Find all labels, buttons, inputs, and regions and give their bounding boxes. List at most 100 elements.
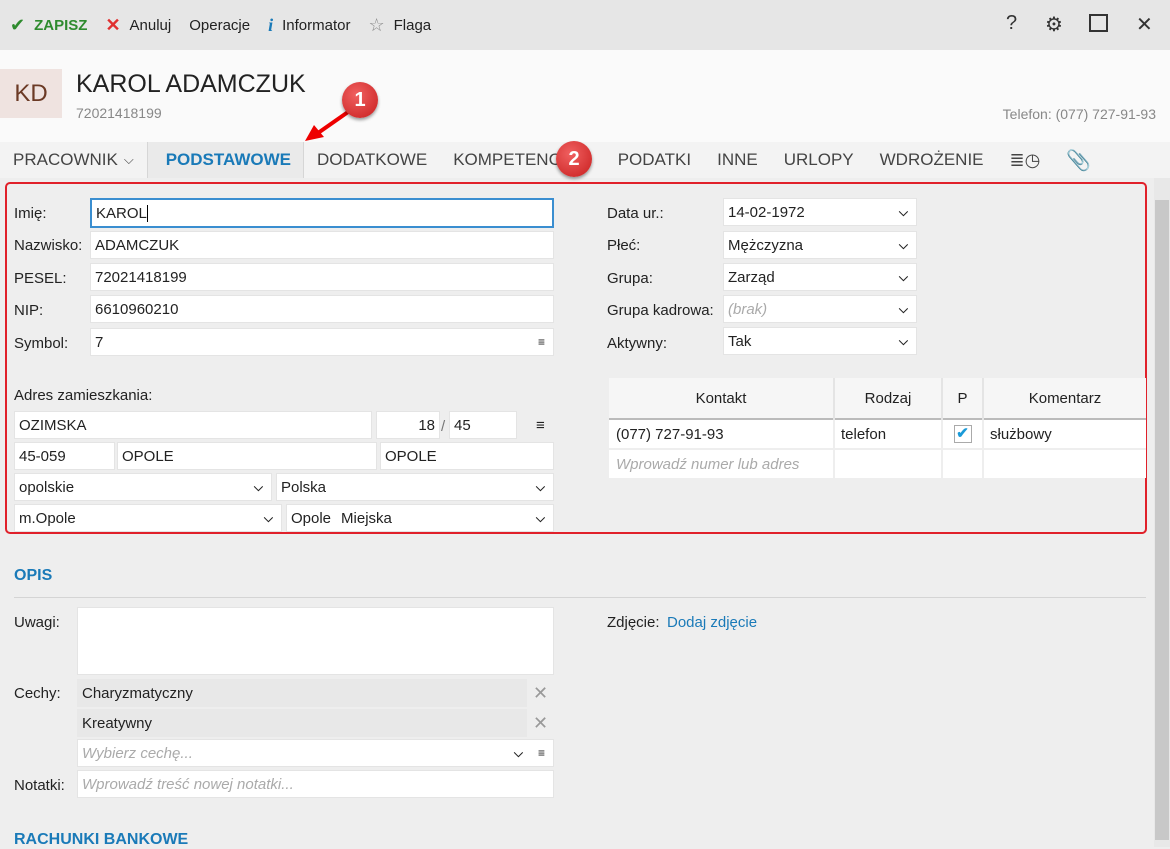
employee-pesel: 72021418199 [76,105,162,121]
remove-trait-icon[interactable]: ✕ [533,683,548,704]
column-header[interactable]: Rodzaj [834,378,943,419]
help-icon[interactable]: ? [1006,12,1017,35]
save-button[interactable]: ✔ ZAPISZ [10,15,87,36]
scrollbar[interactable] [1154,178,1170,847]
nazwisko-input[interactable]: ADAMCZUK [90,231,554,259]
post-office-input[interactable]: OPOLE [380,442,554,470]
new-contact-row[interactable]: Wprowadź numer lub adres [609,449,1146,478]
cell-p[interactable]: ✔ [942,419,984,449]
tab-podatki[interactable]: PODATKI [594,142,704,178]
empty-cell[interactable] [834,449,943,478]
group-select[interactable]: Zarząd ⌵ [723,263,917,291]
checkbox-checked-icon[interactable]: ✔ [953,425,972,443]
chevron-down-icon: ⌵ [898,333,908,348]
nip-input[interactable]: 6610960210 [90,295,554,323]
contacts-table: Kontakt Rodzaj P Komentarz (077) 727-91-… [609,378,1146,478]
column-header[interactable]: P [942,378,984,419]
info-icon: i [268,14,274,35]
pesel-input[interactable]: 72021418199 [90,263,554,291]
toolbar: ✔ ZAPISZ ✕ Anuluj Operacje i Informator ☆ Fl… [0,0,1170,50]
imie-input[interactable]: KAROL [90,198,554,228]
chevron-down-icon: ⌵ [898,269,908,284]
label-data-ur: Data ur.: [607,205,664,222]
symbol-input[interactable]: 7 ≡ [90,328,554,356]
cancel-button[interactable]: ✕ Anuluj [105,15,171,36]
label-plec: Płeć: [607,237,641,254]
annotation-marker-1: 1 [342,82,378,118]
paperclip-icon[interactable]: 📎 [1053,142,1104,178]
tab-urlopy[interactable]: URLOPY [771,142,867,178]
tab-podstawowe[interactable]: PODSTAWOWE [146,142,304,178]
add-photo-link[interactable]: Dodaj zdjęcie [667,614,757,631]
separator: / [441,418,446,435]
flat-number-input[interactable]: 45 [449,411,517,439]
label-zdjecie: Zdjęcie: [607,614,660,631]
commune-select[interactable]: Opole Miejska ⌵ [286,504,554,532]
label-aktywny: Aktywny: [607,335,668,352]
divider [14,597,1146,598]
street-input[interactable]: OZIMSKA [14,411,372,439]
label-symbol: Symbol: [14,335,69,352]
county-select[interactable]: m.Opole ⌵ [14,504,282,532]
history-icon[interactable]: ≣◷ [997,142,1054,178]
check-icon: ✔ [10,14,26,35]
employee-phone: Telefon: (077) 727-91-93 [1002,106,1156,122]
tab-dodatkowe[interactable]: DODATKOWE [304,142,440,178]
remove-trait-icon[interactable]: ✕ [533,713,548,734]
uwagi-textarea[interactable] [77,607,554,675]
trait-select[interactable]: Wybierz cechę... ⌵ ≡ [77,739,554,767]
tab-inne[interactable]: INNE [704,142,771,178]
cell-komentarz[interactable]: służbowy [983,419,1146,449]
text-cursor [146,204,148,222]
chevron-down-icon: ⌵ [898,204,908,219]
list-icon[interactable]: ≡ [538,746,545,760]
chevron-down-icon: ⌵ [898,237,908,252]
trait-tag: Charyzmatyczny [77,679,527,707]
chevron-down-icon: ⌵ [535,479,545,494]
cell-kontakt[interactable]: (077) 727-91-93 [609,419,835,449]
close-window-icon[interactable]: ✕ [1136,12,1153,37]
label-uwagi: Uwagi: [14,614,60,631]
empty-cell[interactable] [983,449,1146,478]
country-select[interactable]: Polska ⌵ [276,473,554,501]
active-select[interactable]: Tak ⌵ [723,327,917,355]
label-notatki: Notatki: [14,777,65,794]
gender-select[interactable]: Mężczyzna ⌵ [723,231,917,259]
close-icon: ✕ [105,14,121,35]
table-row[interactable]: (077) 727-91-93 telefon ✔ służbowy [609,419,1146,449]
info-button[interactable]: i Informator [268,15,350,36]
operations-button[interactable]: Operacje [189,17,250,34]
house-number-input[interactable]: 18 [376,411,440,439]
table-header-row: Kontakt Rodzaj P Komentarz [609,378,1146,419]
label-pesel: PESEL: [14,270,67,287]
label-nip: NIP: [14,302,44,319]
maximize-icon[interactable] [1089,14,1108,32]
chevron-down-icon: ⌵ [263,510,273,525]
list-icon[interactable]: ≡ [538,335,545,349]
list-icon[interactable]: ≡ [536,417,545,434]
section-title-opis: OPIS [14,567,53,584]
gear-icon[interactable]: ⚙ [1045,12,1063,37]
empty-cell[interactable] [942,449,984,478]
hr-group-select[interactable]: (brak) ⌵ [723,295,917,323]
city-input[interactable]: OPOLE [117,442,377,470]
postal-code-input[interactable]: 45-059 [14,442,115,470]
new-contact-input[interactable]: Wprowadź numer lub adres [609,449,835,478]
annotation-marker-2: 2 [556,141,592,177]
birthdate-select[interactable]: 14-02-1972 ⌵ [723,198,917,226]
flag-button[interactable]: ☆ Flaga [368,15,431,36]
trait-tag: Kreatywny [77,709,527,737]
column-header[interactable]: Komentarz [983,378,1146,419]
tab-pracownik-menu[interactable]: PRACOWNIK ⌵ [0,142,147,178]
employee-name: KAROL ADAMCZUK [76,70,306,98]
chevron-down-icon: ⌵ [253,479,263,494]
tab-wdrozenie[interactable]: WDROŻENIE [867,142,997,178]
label-cechy: Cechy: [14,685,61,702]
chevron-down-icon: ⌵ [535,510,545,525]
voivodeship-select[interactable]: opolskie ⌵ [14,473,272,501]
cell-rodzaj[interactable]: telefon [834,419,943,449]
chevron-down-icon: ⌵ [898,301,908,316]
column-header[interactable]: Kontakt [609,378,835,419]
notes-input[interactable]: Wprowadź treść nowej notatki... [77,770,554,798]
chevron-down-icon: ⌵ [123,152,134,167]
